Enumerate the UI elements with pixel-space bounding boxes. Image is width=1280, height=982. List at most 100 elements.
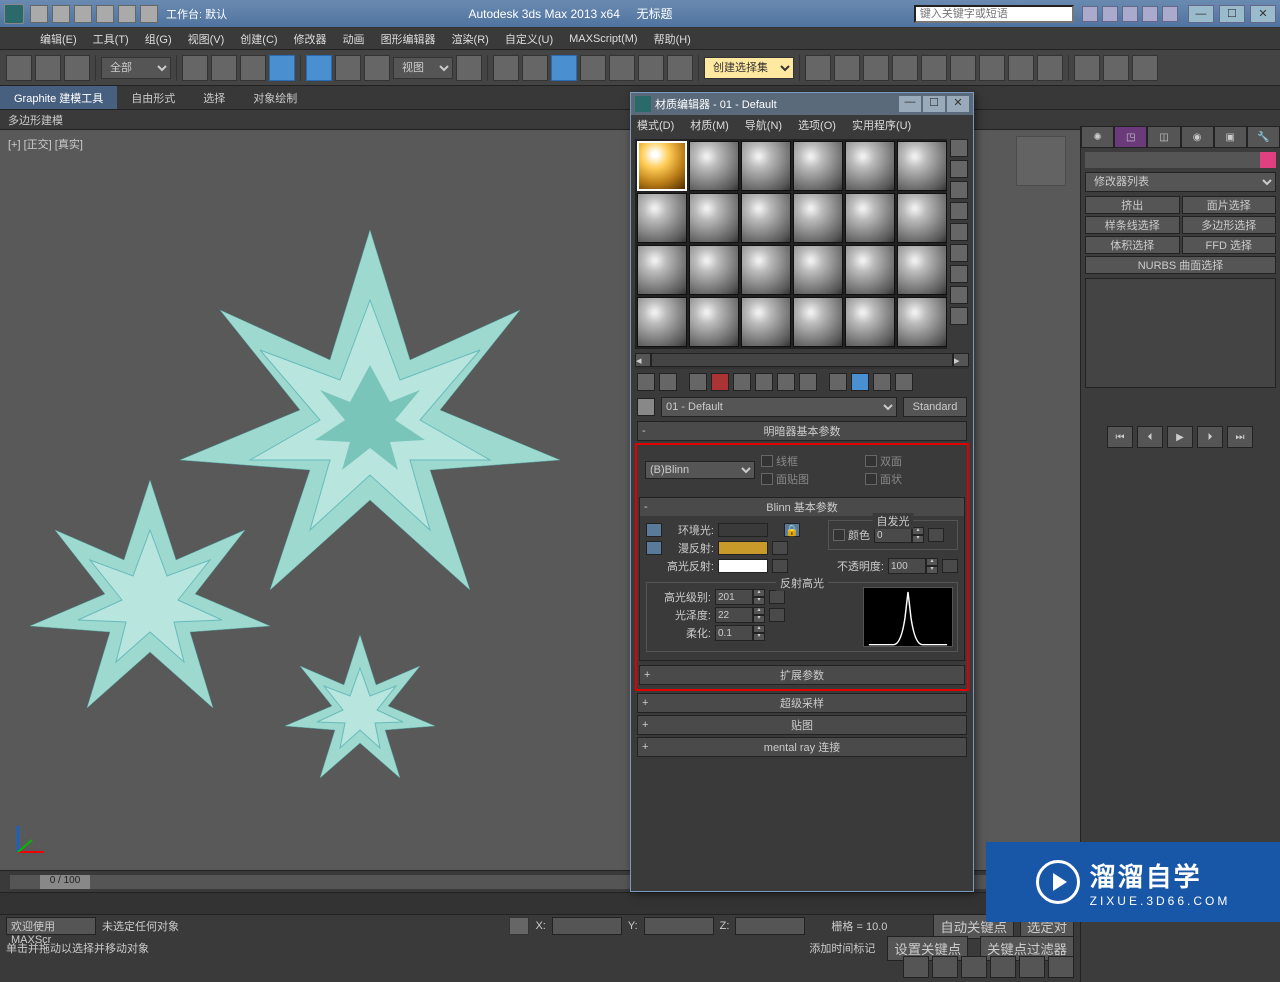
- edged-faces-icon[interactable]: [667, 55, 693, 81]
- mirror-icon[interactable]: [805, 55, 831, 81]
- video-check-icon[interactable]: [950, 223, 968, 241]
- tab-selection[interactable]: 选择: [189, 86, 239, 109]
- diffuse-map-button[interactable]: [772, 541, 788, 555]
- named-selection-set[interactable]: 创建选择集: [704, 57, 794, 79]
- menu-help[interactable]: 帮助(H): [654, 31, 691, 47]
- material-slot[interactable]: [897, 193, 947, 243]
- sample-type-icon[interactable]: [950, 139, 968, 157]
- x-input[interactable]: [552, 917, 622, 935]
- material-slot[interactable]: [689, 141, 739, 191]
- y-input[interactable]: [644, 917, 714, 935]
- material-slot[interactable]: [637, 297, 687, 347]
- coord-display-icon[interactable]: [509, 917, 529, 935]
- window-crossing-icon[interactable]: [269, 55, 295, 81]
- material-slot[interactable]: [689, 193, 739, 243]
- scale-icon[interactable]: [364, 55, 390, 81]
- curve-editor-icon[interactable]: [892, 55, 918, 81]
- maximize-button[interactable]: ☐: [1219, 5, 1245, 23]
- make-preview-icon[interactable]: [950, 244, 968, 262]
- layers-icon[interactable]: [863, 55, 889, 81]
- selfillum-color-checkbox[interactable]: 颜色: [833, 527, 870, 543]
- keymode-icon[interactable]: [522, 55, 548, 81]
- link-icon[interactable]: [6, 55, 32, 81]
- new-icon[interactable]: [30, 5, 48, 23]
- pick-material-icon[interactable]: [637, 398, 655, 416]
- tab-create-icon[interactable]: ✺: [1081, 126, 1114, 148]
- material-slot[interactable]: [897, 297, 947, 347]
- undo-icon[interactable]: [96, 5, 114, 23]
- btn-volselect[interactable]: 体积选择: [1085, 236, 1180, 254]
- backlight-icon[interactable]: [950, 160, 968, 178]
- show-map-icon[interactable]: [829, 373, 847, 391]
- btn-nurbs[interactable]: NURBS 曲面选择: [1085, 256, 1276, 274]
- bind-spacewarp-icon[interactable]: [64, 55, 90, 81]
- material-slot[interactable]: [897, 245, 947, 295]
- exchange-icon[interactable]: [1122, 6, 1138, 22]
- selfillum-spinner[interactable]: ▴▾: [874, 527, 924, 543]
- sample-uv-icon[interactable]: [950, 202, 968, 220]
- menu-group[interactable]: 组(G): [145, 31, 172, 47]
- specular-color-swatch[interactable]: [718, 559, 768, 573]
- menu-edit[interactable]: 编辑(E): [40, 31, 77, 47]
- material-slot[interactable]: [637, 245, 687, 295]
- menu-customize[interactable]: 自定义(U): [505, 31, 553, 47]
- btn-ffdselect[interactable]: FFD 选择: [1182, 236, 1277, 254]
- polygon-modeling-label[interactable]: 多边形建模: [8, 112, 63, 128]
- snap-toggle-icon[interactable]: [551, 55, 577, 81]
- reset-icon[interactable]: [711, 373, 729, 391]
- tab-display-icon[interactable]: ▣: [1214, 126, 1247, 148]
- move-icon[interactable]: [306, 55, 332, 81]
- material-slot[interactable]: [741, 141, 791, 191]
- tab-graphite[interactable]: Graphite 建模工具: [0, 86, 117, 109]
- speclevel-spinner[interactable]: ▴▾: [715, 589, 765, 605]
- maxscript-mini[interactable]: 欢迎使用 MAXScr: [6, 917, 96, 935]
- maximize-button[interactable]: ☐: [923, 96, 945, 112]
- btn-polyselect[interactable]: 多边形选择: [1182, 216, 1277, 234]
- show-end-icon[interactable]: [851, 373, 869, 391]
- scene-object-medium[interactable]: [10, 460, 290, 740]
- addtime-label[interactable]: 添加时间标记: [809, 940, 875, 956]
- save-icon[interactable]: [74, 5, 92, 23]
- material-slot[interactable]: [793, 193, 843, 243]
- pivot-icon[interactable]: [456, 55, 482, 81]
- schematic-icon[interactable]: [921, 55, 947, 81]
- percent-snap-icon[interactable]: [609, 55, 635, 81]
- facemap-checkbox[interactable]: 面贴图: [761, 471, 855, 487]
- material-slot[interactable]: [637, 193, 687, 243]
- render-setup-icon[interactable]: [979, 55, 1005, 81]
- speclevel-map-button[interactable]: [769, 590, 785, 604]
- matmenu-mode[interactable]: 模式(D): [637, 117, 674, 133]
- modifier-stack[interactable]: [1085, 278, 1276, 388]
- matmenu-utilities[interactable]: 实用程序(U): [852, 117, 911, 133]
- rotate-icon[interactable]: [335, 55, 361, 81]
- viewcube[interactable]: [1016, 136, 1066, 186]
- material-slot[interactable]: [845, 297, 895, 347]
- select-region-icon[interactable]: [240, 55, 266, 81]
- rollout-header-extended[interactable]: +扩展参数: [640, 666, 964, 684]
- tab-motion-icon[interactable]: ◉: [1181, 126, 1214, 148]
- matmenu-options[interactable]: 选项(O): [798, 117, 836, 133]
- copy-icon[interactable]: [733, 373, 751, 391]
- wire-checkbox[interactable]: 线框: [761, 453, 855, 469]
- opacity-spinner[interactable]: ▴▾: [888, 558, 938, 574]
- render-frame-icon[interactable]: [1008, 55, 1034, 81]
- link-icon[interactable]: [140, 5, 158, 23]
- teapot2-icon[interactable]: [1103, 55, 1129, 81]
- teapot3-icon[interactable]: [1132, 55, 1158, 81]
- matmenu-material[interactable]: 材质(M): [690, 117, 729, 133]
- rollout-header-mentalray[interactable]: +mental ray 连接: [638, 738, 966, 756]
- tab-hierarchy-icon[interactable]: ◫: [1147, 126, 1180, 148]
- material-slot[interactable]: [793, 297, 843, 347]
- btn-splineselect[interactable]: 样条线选择: [1085, 216, 1180, 234]
- scene-object-small[interactable]: [270, 620, 450, 800]
- object-color-swatch[interactable]: [1260, 152, 1276, 168]
- refcoord-select[interactable]: 视图: [393, 57, 453, 79]
- shader-type-select[interactable]: (B)Blinn: [645, 461, 755, 479]
- time-slider-handle[interactable]: 0 / 100: [40, 875, 90, 889]
- close-button[interactable]: ✕: [947, 96, 969, 112]
- twosided-checkbox[interactable]: 双面: [865, 453, 959, 469]
- help-icon[interactable]: [1162, 6, 1178, 22]
- get-material-icon[interactable]: [637, 373, 655, 391]
- material-slot[interactable]: [793, 141, 843, 191]
- close-button[interactable]: ✕: [1250, 5, 1276, 23]
